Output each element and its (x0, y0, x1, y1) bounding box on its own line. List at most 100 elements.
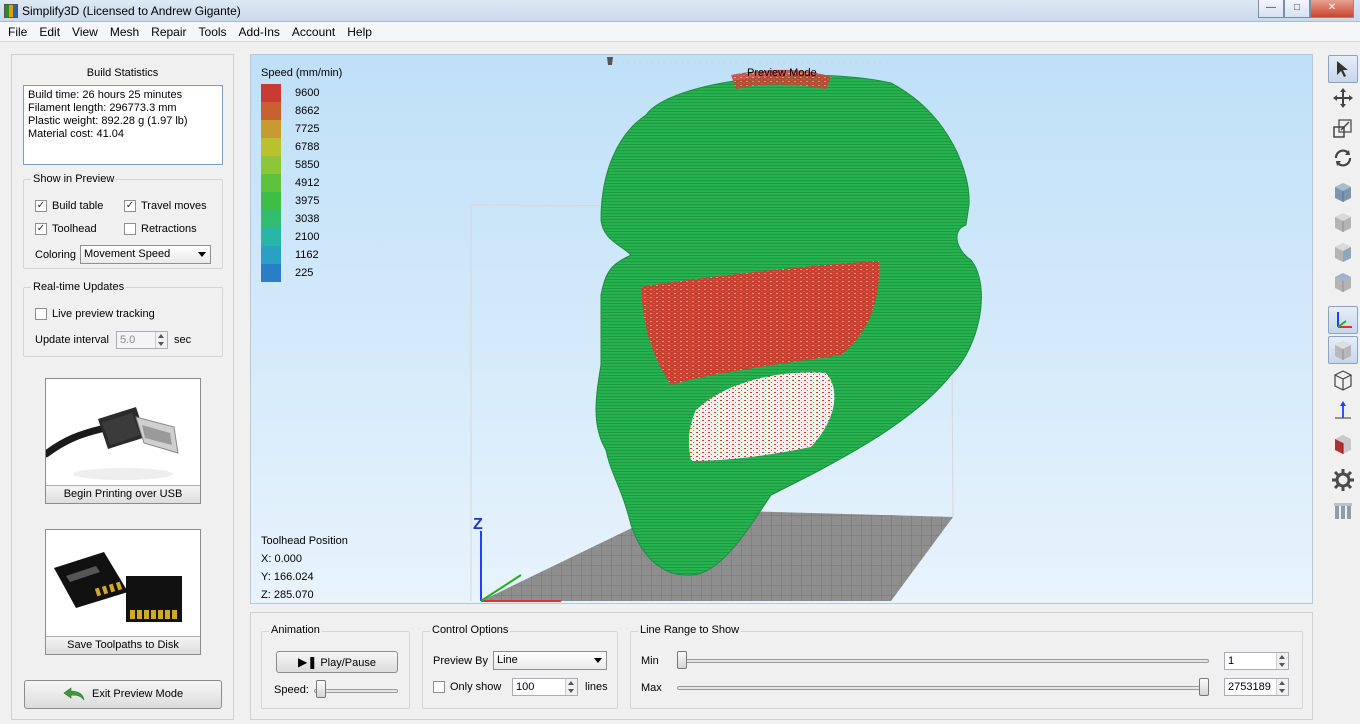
live-preview-tracking-checkbox[interactable]: Live preview tracking (35, 308, 155, 320)
menu-account[interactable]: Account (286, 22, 341, 41)
live-preview-tracking-label: Live preview tracking (52, 308, 155, 320)
view-default-button[interactable] (1328, 178, 1358, 206)
menu-add-ins[interactable]: Add-Ins (233, 22, 286, 41)
only-show-lines-value: 100 (516, 681, 535, 693)
menu-repair[interactable]: Repair (145, 22, 192, 41)
minimize-button[interactable]: — (1258, 0, 1284, 18)
app-logo-icon (4, 4, 18, 18)
line-range-group: Line Range to Show Min 1 Max 2753189 (630, 624, 1303, 709)
checkbox-unchecked-icon (433, 681, 445, 693)
spin-down-icon (568, 689, 574, 693)
cross-section-button[interactable] (1328, 430, 1358, 458)
speed-slider-track[interactable] (314, 689, 398, 693)
max-slider-track[interactable] (677, 686, 1209, 690)
view-top-icon (1335, 273, 1351, 292)
view-side-icon (1335, 243, 1351, 262)
min-line-value: 1 (1228, 655, 1235, 667)
view-top-button[interactable] (1328, 268, 1358, 296)
min-label: Min (641, 655, 659, 667)
spin-up-icon (1279, 655, 1285, 659)
wireframe-view-button[interactable] (1328, 366, 1358, 394)
stat-plastic-weight: Plastic weight: 892.28 g (1.97 lb) (28, 115, 188, 127)
begin-printing-usb-button[interactable]: Begin Printing over USB (45, 378, 201, 504)
coloring-dropdown[interactable]: Movement Speed (80, 245, 211, 264)
legend-row: 4912 (261, 174, 319, 192)
preview-by-dropdown[interactable]: Line (493, 651, 607, 670)
toolhead-position: Toolhead Position X: 0.000 Y: 166.024 Z:… (261, 532, 348, 603)
close-button[interactable]: ✕ (1310, 0, 1354, 18)
retractions-checkbox[interactable]: Retractions (124, 223, 197, 235)
update-interval-unit: sec (174, 334, 192, 346)
right-toolbar (1325, 48, 1360, 528)
only-show-lines-input[interactable]: 100 (512, 678, 578, 696)
realtime-updates-group: Real-time Updates Live preview tracking … (23, 281, 223, 357)
select-tool-button[interactable] (1328, 55, 1358, 83)
menu-edit[interactable]: Edit (33, 22, 66, 41)
line-range-title: Line Range to Show (638, 624, 742, 636)
view-front-button[interactable] (1328, 208, 1358, 236)
checkbox-checked-icon: ✓ (124, 200, 136, 212)
preview-mode-label: Preview Mode (747, 67, 817, 79)
menu-help[interactable]: Help (341, 22, 378, 41)
supports-button[interactable] (1328, 498, 1358, 526)
toolpath-3d-render: Z (470, 57, 982, 602)
begin-printing-usb-label: Begin Printing over USB (46, 485, 200, 503)
exit-preview-mode-button[interactable]: Exit Preview Mode (24, 680, 222, 709)
build-statistics-title: Build Statistics (86, 67, 159, 79)
speed-slider-handle[interactable] (316, 680, 326, 698)
menu-tools[interactable]: Tools (193, 22, 233, 41)
rotate-tool-button[interactable] (1328, 144, 1358, 172)
only-show-checkbox[interactable]: Only show (433, 681, 501, 693)
legend-row: 3038 (261, 210, 319, 228)
retractions-label: Retractions (141, 223, 197, 235)
min-slider-handle[interactable] (677, 651, 687, 669)
axes-toggle-button[interactable] (1328, 306, 1358, 334)
update-interval-value: 5.0 (120, 334, 136, 346)
only-show-unit: lines (585, 681, 608, 693)
max-slider-handle[interactable] (1199, 678, 1209, 696)
left-panel: Build Statistics Build time: 26 hours 25… (11, 54, 234, 720)
move-tool-button[interactable] (1328, 84, 1358, 112)
save-toolpaths-disk-button[interactable]: Save Toolpaths to Disk (45, 529, 201, 655)
speed-label: Speed: (274, 684, 309, 696)
supports-icon (1334, 503, 1352, 519)
axes-icon (1337, 312, 1352, 328)
view-side-button[interactable] (1328, 238, 1358, 266)
max-line-input[interactable]: 2753189 (1224, 678, 1289, 696)
stat-material-cost: Material cost: 41.04 (28, 128, 124, 140)
bottom-control-panel: Animation ▶❚ Play/Pause Speed: Control O… (250, 612, 1313, 720)
menu-view[interactable]: View (66, 22, 104, 41)
checkbox-unchecked-icon (35, 308, 47, 320)
toolhead-x: X: 0.000 (261, 553, 302, 565)
view-front-icon (1335, 213, 1351, 232)
min-slider-track[interactable] (677, 659, 1209, 663)
travel-moves-checkbox[interactable]: ✓ Travel moves (124, 200, 207, 212)
stat-build-time: Build time: 26 hours 25 minutes (28, 89, 183, 101)
spin-up-icon (568, 681, 574, 685)
update-interval-label: Update interval (35, 334, 109, 346)
legend-row: 7725 (261, 120, 319, 138)
normals-view-button[interactable] (1328, 396, 1358, 424)
preview-viewport[interactable]: Z Speed (mm/min) 9600 8662 7725 6788 585… (250, 54, 1313, 604)
play-pause-button[interactable]: ▶❚ Play/Pause (276, 651, 398, 673)
legend-row: 5850 (261, 156, 319, 174)
play-pause-icon: ▶❚ (297, 655, 318, 669)
legend-row: 6788 (261, 138, 319, 156)
toolhead-checkbox[interactable]: ✓ Toolhead (35, 223, 97, 235)
menu-file[interactable]: File (2, 22, 33, 41)
title-bar: Simplify3D (Licensed to Andrew Gigante) … (0, 0, 1360, 22)
solid-view-button[interactable] (1328, 336, 1358, 364)
update-interval-input[interactable]: 5.0 (116, 331, 168, 349)
min-line-input[interactable]: 1 (1224, 652, 1289, 670)
select-icon (1337, 61, 1348, 77)
maximize-button[interactable]: □ (1284, 0, 1310, 18)
scale-tool-button[interactable] (1328, 114, 1358, 142)
max-line-value: 2753189 (1228, 681, 1271, 693)
travel-moves-label: Travel moves (141, 200, 207, 212)
settings-gear-icon (1332, 469, 1354, 491)
settings-button[interactable] (1328, 466, 1358, 494)
toolhead-y: Y: 166.024 (261, 571, 314, 583)
chevron-down-icon (198, 252, 206, 257)
build-table-checkbox[interactable]: ✓ Build table (35, 200, 103, 212)
menu-mesh[interactable]: Mesh (104, 22, 145, 41)
